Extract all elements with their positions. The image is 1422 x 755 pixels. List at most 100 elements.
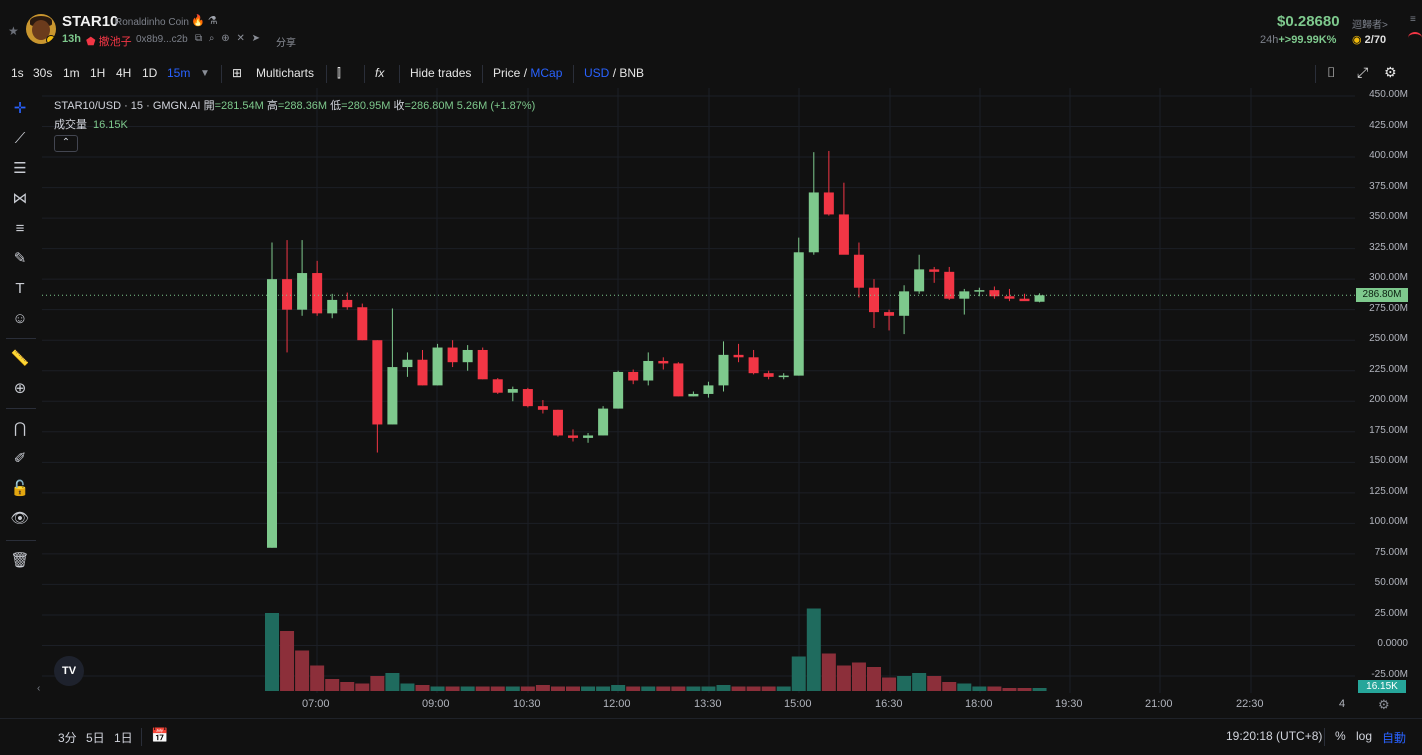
token-symbol: STAR10: [62, 13, 119, 30]
crosshair-icon[interactable]: ✛: [9, 98, 31, 120]
x-tick-label: 13:30: [694, 698, 722, 710]
y-tick-label: 125.00M: [1369, 485, 1408, 497]
candle-body: [267, 279, 277, 548]
y-tick-label: 350.00M: [1369, 211, 1408, 223]
share-button[interactable]: 分享: [276, 34, 296, 49]
go-to-date-icon[interactable]: 📅: [151, 727, 168, 744]
candle-body: [402, 359, 413, 368]
contract-address[interactable]: 0x8b9...c2b: [136, 34, 188, 45]
multicharts-button[interactable]: Multicharts: [256, 66, 314, 80]
interval-15m[interactable]: 15m: [167, 66, 190, 80]
axis-settings-icon[interactable]: ⚙: [1378, 697, 1390, 713]
interval-4h[interactable]: 4H: [116, 66, 131, 80]
horizontal-lines-icon[interactable]: ☰: [9, 158, 31, 180]
indicators-fx-icon[interactable]: fx: [375, 66, 384, 80]
emoji-icon[interactable]: ☺: [9, 308, 31, 330]
lock-icon[interactable]: 🔓: [9, 478, 31, 500]
trash-icon[interactable]: 🗑: [9, 550, 31, 572]
flame-icon: 🔥 ⚗: [191, 15, 218, 27]
collapse-legend-button[interactable]: ⌃: [54, 135, 78, 152]
text-tool-icon[interactable]: T: [9, 278, 31, 300]
scroll-left-icon[interactable]: ‹: [37, 683, 40, 694]
volume-bar: [731, 686, 746, 691]
brush-icon[interactable]: ✎: [9, 248, 31, 270]
axis-edge-label: 4: [1339, 698, 1346, 710]
volume-bar: [671, 686, 686, 691]
volume-bar: [656, 686, 671, 691]
ruler-icon[interactable]: 📏: [9, 348, 31, 370]
x-tick-label: 12:00: [603, 698, 631, 710]
price-toggle[interactable]: Price / MCap: [493, 66, 562, 80]
social-links-icons[interactable]: ⧉ ⌕ ⊕ ✕ ➤: [195, 33, 262, 44]
log-toggle[interactable]: log: [1356, 729, 1372, 743]
interval-1d[interactable]: 1D: [142, 66, 157, 80]
volume-bar: [912, 673, 927, 691]
interval-1m[interactable]: 1m: [63, 66, 80, 80]
pitchfork-icon[interactable]: ⋈: [9, 188, 31, 210]
price-chart[interactable]: [42, 88, 1355, 693]
range-5d[interactable]: 5日: [86, 729, 105, 746]
candle-body: [462, 349, 473, 363]
holders-link[interactable]: 迴歸者>: [1352, 16, 1388, 31]
candle-body: [387, 367, 398, 425]
volume-bar: [972, 686, 987, 691]
fullscreen-icon[interactable]: ⤢: [1357, 64, 1368, 81]
settings-gear-icon[interactable]: ⚙: [1384, 64, 1397, 81]
y-tick-label: 275.00M: [1369, 302, 1408, 314]
current-price-label: 286.80M: [1356, 288, 1408, 303]
fib-retracement-icon[interactable]: ≡: [9, 218, 31, 240]
volume-bar: [897, 676, 912, 691]
lock-drawing-icon[interactable]: ✐: [9, 448, 31, 470]
header: ★ STAR10 Ronaldinho Coin 🔥 ⚗ 13h ⬟ 撤池子 0…: [0, 0, 1422, 56]
token-age: 13h: [62, 33, 81, 45]
y-tick-label: 50.00M: [1374, 577, 1408, 589]
candle-body: [823, 192, 834, 215]
volume-bar: [791, 656, 806, 691]
avatar: [26, 14, 56, 44]
multicharts-icon[interactable]: ⊞: [232, 66, 242, 80]
y-tick-label: 225.00M: [1369, 363, 1408, 375]
y-tick-label: 25.00M: [1374, 607, 1408, 619]
trend-line-icon[interactable]: ⟋: [9, 128, 31, 150]
chain-badge-icon: [46, 35, 56, 44]
volume-bar: [310, 665, 325, 691]
range-3d[interactable]: 3分: [58, 729, 77, 746]
interval-1s[interactable]: 1s: [11, 66, 24, 80]
currency-toggle[interactable]: USD / BNB: [584, 66, 644, 80]
rug-pull-badge: ⬟ 撤池子: [86, 36, 132, 48]
visibility-eye-icon[interactable]: 👁: [9, 508, 31, 530]
candle-body: [357, 307, 368, 341]
x-tick-label: 22:30: [1236, 698, 1264, 710]
volume-bar: [716, 685, 731, 691]
interval-30s[interactable]: 30s: [33, 66, 52, 80]
screenshot-camera-icon[interactable]: ⌷: [1327, 64, 1335, 81]
volume-bar: [641, 686, 656, 691]
percent-toggle[interactable]: %: [1335, 729, 1346, 743]
tradingview-logo[interactable]: TV: [54, 656, 84, 686]
hide-trades-button[interactable]: Hide trades: [410, 66, 471, 80]
candle-body: [327, 299, 338, 314]
candle-type-icon[interactable]: ⫿: [337, 66, 341, 81]
auto-scale-toggle[interactable]: 自動: [1382, 729, 1406, 746]
more-icon[interactable]: ≡: [1410, 14, 1416, 25]
volume-bar: [1032, 688, 1047, 691]
candle-body: [718, 354, 729, 386]
zoom-icon[interactable]: ⊕: [9, 378, 31, 400]
interval-dropdown-icon[interactable]: ▼: [200, 68, 210, 79]
high-value: =288.36M: [277, 100, 328, 112]
favorite-star-icon[interactable]: ★: [8, 24, 19, 38]
candle-body: [869, 287, 879, 313]
candle-body: [432, 347, 443, 386]
interval-1h[interactable]: 1H: [90, 66, 105, 80]
y-tick-label: 300.00M: [1369, 272, 1408, 284]
clock-timezone[interactable]: 19:20:18 (UTC+8): [1226, 729, 1322, 743]
range-1d[interactable]: 1日: [114, 729, 133, 746]
price-axis[interactable]: 450.00M 425.00M 400.00M 375.00M 350.00M 325.0…: [1355, 88, 1422, 693]
x-tick-label: 10:30: [513, 698, 541, 710]
x-tick-label: 07:00: [302, 698, 330, 710]
candle-body: [658, 360, 669, 364]
candle-body: [748, 357, 759, 374]
volume-bar: [430, 686, 445, 691]
gauge-icon: [1408, 32, 1422, 44]
magnet-icon[interactable]: ⋂: [9, 418, 31, 440]
